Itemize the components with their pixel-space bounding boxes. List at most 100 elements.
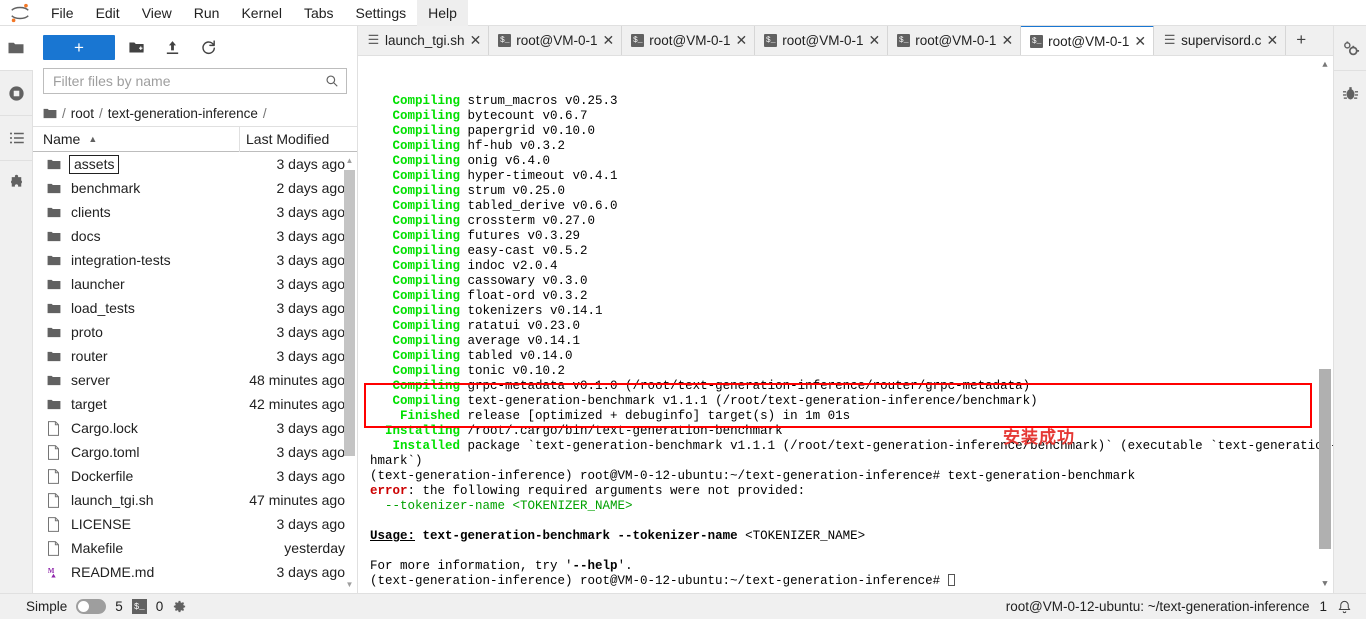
folder-icon xyxy=(47,182,69,195)
tab-1[interactable]: $_ root@VM-0-1 ✕ xyxy=(489,26,623,55)
column-header-last-modified[interactable]: Last Modified xyxy=(239,126,357,152)
refresh-icon[interactable] xyxy=(193,34,223,60)
file-name[interactable]: benchmark xyxy=(69,180,235,196)
debugger-icon[interactable] xyxy=(1334,71,1366,115)
file-name[interactable]: launch_tgi.sh xyxy=(69,492,235,508)
close-icon[interactable]: ✕ xyxy=(470,33,482,47)
menu-item-help[interactable]: Help xyxy=(417,0,468,26)
sidebar-item-table-of-contents[interactable] xyxy=(0,116,33,160)
terminal-scrollbar[interactable]: ▲ ▼ xyxy=(1319,58,1331,591)
file-name[interactable]: Cargo.lock xyxy=(69,420,235,436)
file-name[interactable]: Cargo.toml xyxy=(69,444,235,460)
file-name[interactable]: README.md xyxy=(69,564,235,580)
file-list-item[interactable]: clients 3 days ago xyxy=(33,200,357,224)
file-list-item[interactable]: load_tests 3 days ago xyxy=(33,296,357,320)
tab-4[interactable]: $_ root@VM-0-1 ✕ xyxy=(888,26,1022,55)
sidebar-item-running-terminals[interactable] xyxy=(0,71,33,115)
menu-item-tabs[interactable]: Tabs xyxy=(293,0,345,26)
property-inspector-icon[interactable] xyxy=(1334,26,1366,70)
file-list-item[interactable]: Cargo.lock 3 days ago xyxy=(33,416,357,440)
terminal-line: Compiling text-generation-benchmark v1.1… xyxy=(392,394,1038,408)
scroll-down-arrow-icon[interactable]: ▼ xyxy=(345,580,354,589)
file-name[interactable]: router xyxy=(69,348,235,364)
close-icon[interactable]: ✕ xyxy=(868,33,880,47)
file-list-item[interactable]: Makefile yesterday xyxy=(33,536,357,560)
menu-item-settings[interactable]: Settings xyxy=(345,0,418,26)
menu-item-run[interactable]: Run xyxy=(183,0,231,26)
file-name[interactable]: docs xyxy=(69,228,235,244)
scroll-up-arrow-icon[interactable]: ▲ xyxy=(345,156,354,165)
status-bar: Simple 5 $_ 0 root@VM-0-12-ubuntu: ~/tex… xyxy=(0,593,1366,619)
tab-3[interactable]: $_ root@VM-0-1 ✕ xyxy=(755,26,889,55)
filter-files-field[interactable] xyxy=(43,68,347,94)
terminal-output[interactable]: Compiling strum_macros v0.25.3 Compiling… xyxy=(358,56,1333,593)
close-icon[interactable]: ✕ xyxy=(1134,34,1146,48)
menu-item-view[interactable]: View xyxy=(131,0,183,26)
file-name[interactable]: proto xyxy=(69,324,235,340)
sidebar-item-file-browser[interactable] xyxy=(0,26,33,70)
file-list-item[interactable]: proto 3 days ago xyxy=(33,320,357,344)
folder-icon xyxy=(47,302,69,315)
scroll-down-arrow-icon[interactable]: ▼ xyxy=(1320,579,1330,589)
tab-label: root@VM-0-1 xyxy=(1048,33,1130,49)
close-icon[interactable]: ✕ xyxy=(1001,33,1013,47)
file-list-item[interactable]: docs 3 days ago xyxy=(33,224,357,248)
file-list-scrollbar[interactable]: ▲ ▼ xyxy=(344,154,355,591)
gear-icon[interactable] xyxy=(172,599,187,614)
file-name[interactable]: load_tests xyxy=(69,300,235,316)
folder-icon[interactable] xyxy=(43,107,57,120)
file-list-item[interactable]: assets 3 days ago xyxy=(33,152,357,176)
file-list-item[interactable]: launcher 3 days ago xyxy=(33,272,357,296)
file-name[interactable]: Dockerfile xyxy=(69,468,235,484)
tab-2[interactable]: $_ root@VM-0-1 ✕ xyxy=(622,26,756,55)
terminal-line: (text-generation-inference) root@VM-0-12… xyxy=(370,469,1136,483)
kernel-count[interactable]: 5 xyxy=(115,599,123,614)
breadcrumb-part-root[interactable]: root xyxy=(71,106,94,121)
bell-icon[interactable] xyxy=(1337,599,1352,615)
tab-5[interactable]: $_ root@VM-0-1 ✕ xyxy=(1021,26,1155,55)
file-name[interactable]: assets xyxy=(69,154,120,174)
sidebar-item-extension-manager[interactable] xyxy=(0,161,33,205)
file-name[interactable]: clients xyxy=(69,204,235,220)
close-icon[interactable]: ✕ xyxy=(603,33,615,47)
file-browser-panel: + / root / text-generation-infer xyxy=(33,26,358,593)
file-name[interactable]: integration-tests xyxy=(69,252,235,268)
tab-6[interactable]: ☰ supervisord.c ✕ xyxy=(1154,26,1287,55)
tab-0[interactable]: ☰ launch_tgi.sh ✕ xyxy=(358,26,490,55)
file-list-item[interactable]: launch_tgi.sh 47 minutes ago xyxy=(33,488,357,512)
upload-icon[interactable] xyxy=(157,34,187,60)
menu-item-file[interactable]: File xyxy=(40,0,85,26)
terminal-count[interactable]: 0 xyxy=(156,599,164,614)
new-launcher-button[interactable]: + xyxy=(43,34,115,60)
file-name[interactable]: target xyxy=(69,396,235,412)
scrollbar-thumb[interactable] xyxy=(344,170,355,456)
file-list-item[interactable]: benchmark 2 days ago xyxy=(33,176,357,200)
file-name[interactable]: LICENSE xyxy=(69,516,235,532)
close-icon[interactable]: ✕ xyxy=(736,33,748,47)
scrollbar-thumb[interactable] xyxy=(1319,369,1331,549)
new-folder-icon[interactable] xyxy=(121,34,151,60)
column-header-name[interactable]: Name ▲ xyxy=(43,131,239,147)
file-name[interactable]: server xyxy=(69,372,235,388)
breadcrumb[interactable]: / root / text-generation-inference / xyxy=(33,100,357,126)
scroll-up-arrow-icon[interactable]: ▲ xyxy=(1320,60,1330,70)
file-list-item[interactable]: server 48 minutes ago xyxy=(33,368,357,392)
search-input[interactable] xyxy=(51,72,325,90)
notification-count: 1 xyxy=(1319,599,1327,614)
file-list-item[interactable]: integration-tests 3 days ago xyxy=(33,248,357,272)
file-list-item[interactable]: LICENSE 3 days ago xyxy=(33,512,357,536)
file-list-item[interactable]: M README.md 3 days ago xyxy=(33,560,357,584)
breadcrumb-part-project[interactable]: text-generation-inference xyxy=(108,106,258,121)
terminal-line: Compiling onig v6.4.0 xyxy=(392,154,551,168)
menu-item-edit[interactable]: Edit xyxy=(85,0,131,26)
new-tab-button[interactable]: + xyxy=(1286,26,1316,55)
file-list-item[interactable]: Cargo.toml 3 days ago xyxy=(33,440,357,464)
file-list-item[interactable]: target 42 minutes ago xyxy=(33,392,357,416)
menu-item-kernel[interactable]: Kernel xyxy=(230,0,292,26)
file-name[interactable]: Makefile xyxy=(69,540,235,556)
file-list-item[interactable]: Dockerfile 3 days ago xyxy=(33,464,357,488)
close-icon[interactable]: ✕ xyxy=(1266,33,1278,47)
file-name[interactable]: launcher xyxy=(69,276,235,292)
simple-mode-toggle[interactable] xyxy=(76,599,107,614)
file-list-item[interactable]: router 3 days ago xyxy=(33,344,357,368)
